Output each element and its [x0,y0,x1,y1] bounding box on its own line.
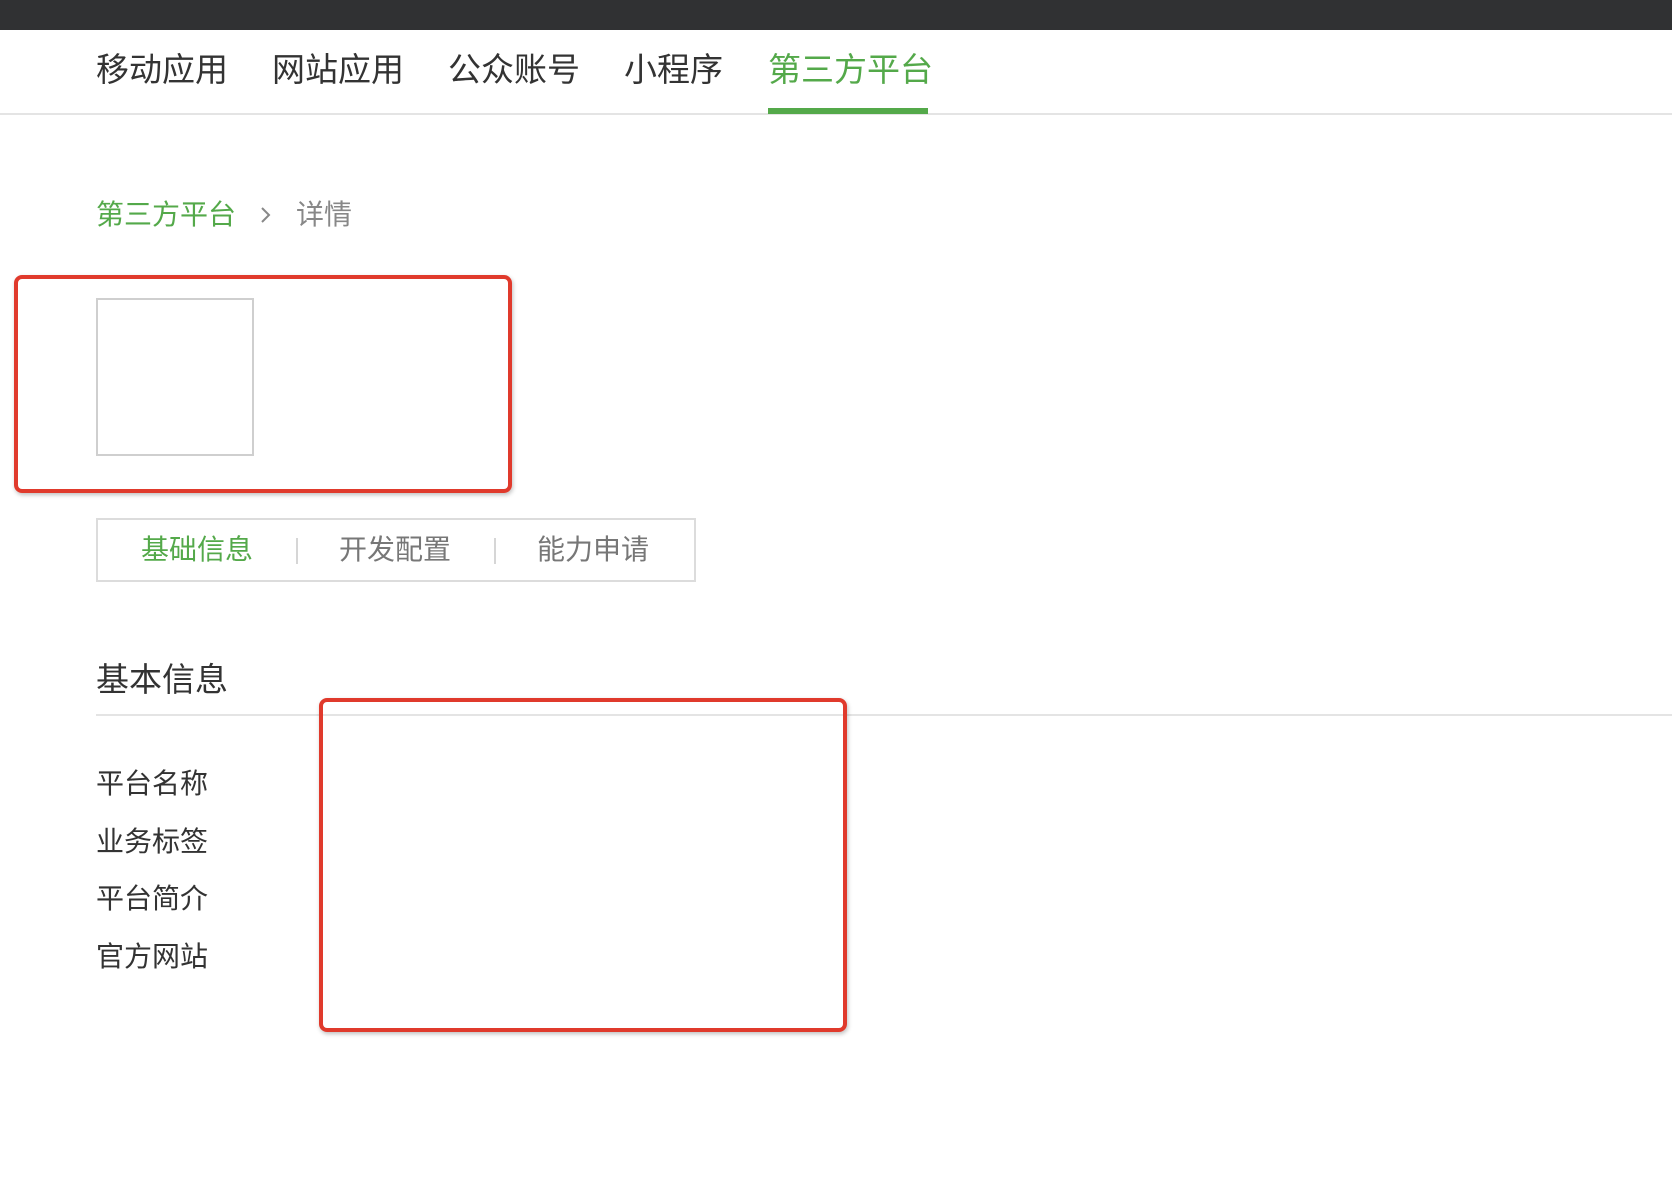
breadcrumb-parent-link[interactable]: 第三方平台 [96,195,236,235]
nav-tab-mini-programs[interactable]: 小程序 [624,30,723,113]
top-nav: 移动应用 网站应用 公众账号 小程序 第三方平台 [0,30,1672,115]
page: 移动应用 网站应用 公众账号 小程序 第三方平台 第三方平台 详情 基础信息 开… [0,0,1672,1178]
field-label-platform-intro: 平台简介 [96,882,209,915]
tab-basic-info[interactable]: 基础信息 [98,520,296,580]
field-label-platform-name: 平台名称 [96,767,209,800]
tab-capability-apply[interactable]: 能力申请 [494,520,692,580]
tab-dev-config[interactable]: 开发配置 [296,520,494,580]
breadcrumb-current: 详情 [296,198,353,231]
detail-tabs: 基础信息 开发配置 能力申请 [96,518,696,582]
field-label-official-website: 官方网站 [96,940,209,973]
annotation-box-fields [319,698,847,1032]
top-bar [0,0,1672,30]
field-label-business-tags: 业务标签 [96,825,209,858]
nav-tab-third-party-platform[interactable]: 第三方平台 [768,30,933,113]
annotation-box-logo [14,275,512,493]
nav-tab-official-accounts[interactable]: 公众账号 [448,30,580,113]
nav-tab-website-apps[interactable]: 网站应用 [272,30,404,113]
section-title: 基本信息 [96,660,228,699]
active-tab-indicator [768,108,928,114]
nav-tab-mobile-apps[interactable]: 移动应用 [96,30,228,113]
chevron-right-icon [256,195,276,235]
